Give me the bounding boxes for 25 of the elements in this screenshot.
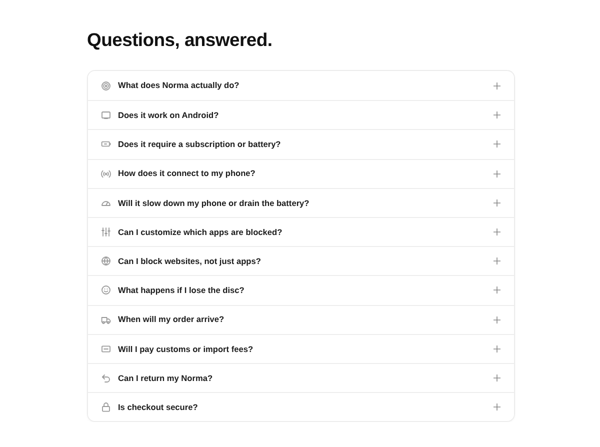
battery-icon [101, 139, 111, 150]
plus-icon [493, 111, 501, 120]
signal-icon [101, 168, 111, 179]
plus-icon [493, 228, 501, 236]
plus-icon [493, 286, 501, 294]
plus-icon [493, 82, 501, 90]
monitor-icon [101, 110, 111, 120]
smiley-icon [101, 285, 111, 296]
plus-icon [493, 403, 501, 412]
sliders-icon [101, 227, 111, 238]
plus-icon [493, 140, 501, 148]
faq-item[interactable]: Is checkout secure? [88, 392, 514, 422]
truck-icon [101, 314, 111, 325]
plus-icon [493, 257, 501, 266]
plus-icon [493, 374, 501, 382]
plus-icon [493, 198, 501, 207]
plus-icon [493, 316, 501, 324]
page-heading: Questions, answered. [87, 28, 274, 52]
plus-icon [493, 344, 501, 353]
globe-icon [101, 256, 111, 266]
target-icon [101, 80, 111, 91]
plus-icon [493, 170, 501, 178]
card-icon [101, 344, 111, 354]
lock-icon [101, 402, 111, 412]
return-arrow-icon [101, 372, 111, 383]
